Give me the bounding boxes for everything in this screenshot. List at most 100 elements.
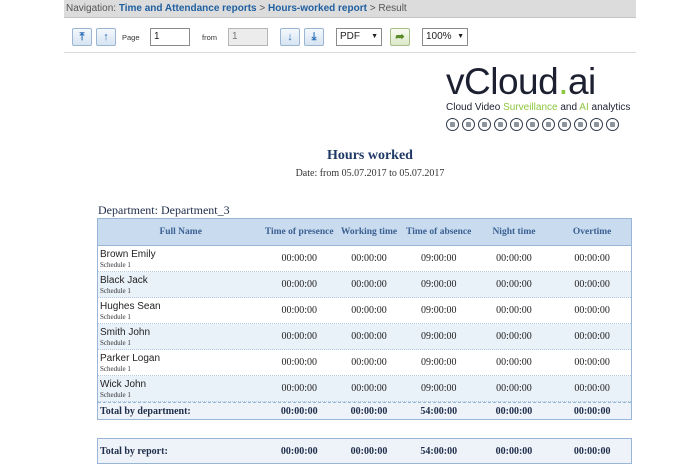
report-toolbar: ⤒ ↑ Page 1 from 1 ↓ ⤓ PDF ▼ ➦ 100% ▼ [64, 24, 636, 52]
cell-overtime: 00:00:00 [574, 357, 610, 368]
total-overtime: 00:00:00 [573, 405, 611, 417]
next-page-icon: ↓ [287, 30, 293, 43]
employee-name: Brown Emily [100, 249, 156, 260]
total-presence: 00:00:00 [280, 405, 318, 417]
cell-night: 00:00:00 [496, 279, 532, 290]
cell-absence: 09:00:00 [420, 253, 457, 264]
previous-page-button[interactable]: ↑ [96, 28, 116, 46]
cell-overtime: 00:00:00 [574, 305, 610, 316]
employee-name: Parker Logan [100, 353, 161, 364]
chevron-down-icon: ▼ [371, 33, 378, 40]
cell-absence: 09:00:00 [420, 331, 457, 342]
cell-night: 00:00:00 [496, 383, 532, 394]
report-total-label: Total by report: [100, 445, 168, 457]
report-total-row: Total by report: 00:00:00 00:00:00 54:00… [97, 438, 632, 464]
cell-presence: 00:00:00 [281, 279, 318, 290]
gear-icon [574, 118, 587, 131]
total-working: 00:00:00 [350, 405, 388, 417]
cloud-icon [462, 118, 475, 131]
camera-icon [446, 118, 459, 131]
logo-wordmark: vCloud.ai [446, 61, 596, 102]
employee-schedule: Schedule 1 [100, 391, 131, 399]
hours-worked-table: Full Name Time of presence Working time … [97, 218, 632, 420]
first-page-icon: ⤒ [79, 30, 85, 43]
cell-overtime: 00:00:00 [574, 383, 610, 394]
cell-working: 00:00:00 [351, 279, 387, 290]
department-heading: Department: Department_3 [98, 203, 230, 217]
employee-schedule: Schedule 1 [100, 339, 131, 347]
department-total-row: Total by department: 00:00:00 00:00:00 5… [98, 402, 631, 419]
report-total-presence: 00:00:00 [280, 445, 318, 457]
last-page-button[interactable]: ⤓ [304, 28, 324, 46]
breadcrumb-separator: > [369, 3, 376, 14]
cell-presence: 00:00:00 [281, 383, 318, 394]
person-icon [526, 118, 539, 131]
table-row: Black Jack Schedule 1 00:00:00 00:00:00 0… [98, 272, 631, 298]
cell-working: 00:00:00 [351, 331, 387, 342]
table-row: Wick John Schedule 1 00:00:00 00:00:00 09… [98, 376, 631, 402]
breadcrumb-hours-worked-report[interactable]: Hours-worked report [268, 3, 367, 14]
header-night-time: Night time [492, 226, 536, 237]
next-page-button[interactable]: ↓ [280, 28, 300, 46]
cell-absence: 09:00:00 [420, 383, 457, 394]
table-row: Brown Emily Schedule 1 00:00:00 00:00:00 … [98, 246, 631, 272]
cell-overtime: 00:00:00 [574, 253, 610, 264]
table-row: Hughes Sean Schedule 1 00:00:00 00:00:00 … [98, 298, 631, 324]
employee-schedule: Schedule 1 [100, 313, 131, 321]
table-row: Smith John Schedule 1 00:00:00 00:00:00 0… [98, 324, 631, 350]
header-time-of-presence: Time of presence [264, 226, 334, 237]
export-format-select[interactable]: PDF ▼ [336, 28, 382, 46]
header-working-time: Working time [340, 226, 398, 237]
cell-working: 00:00:00 [351, 383, 387, 394]
car-icon [510, 118, 523, 131]
previous-page-icon: ↑ [103, 30, 109, 43]
last-page-icon: ⤓ [311, 30, 317, 43]
breadcrumb-time-and-attendance[interactable]: Time and Attendance reports [119, 3, 257, 14]
navigation-bar: Navigation: Time and Attendance reports … [64, 0, 636, 18]
employee-schedule: Schedule 1 [100, 365, 131, 373]
logo-tagline: Cloud Video Surveillance and AI analytic… [446, 102, 631, 113]
report-title: Hours worked [327, 148, 413, 163]
zoom-value: 100% [426, 31, 452, 42]
chevron-down-icon: ▼ [457, 33, 464, 40]
face-icon [494, 118, 507, 131]
table-header-row: Full Name Time of presence Working time … [98, 219, 631, 246]
header-full-name: Full Name [159, 226, 202, 237]
chart-icon [558, 118, 571, 131]
employee-name: Hughes Sean [100, 301, 161, 312]
cell-absence: 09:00:00 [420, 357, 457, 368]
employee-schedule: Schedule 1 [100, 287, 131, 295]
employee-name: Black Jack [100, 275, 148, 286]
phone-icon [590, 118, 603, 131]
total-absence: 54:00:00 [420, 405, 458, 417]
report-date-range: Date: from 05.07.2017 to 05.07.2017 [295, 168, 445, 179]
cell-absence: 09:00:00 [420, 279, 457, 290]
from-label: from [202, 33, 217, 42]
cell-night: 00:00:00 [496, 331, 532, 342]
cell-presence: 00:00:00 [281, 331, 318, 342]
employee-name: Wick John [100, 379, 147, 390]
cell-night: 00:00:00 [496, 253, 532, 264]
employee-schedule: Schedule 1 [100, 261, 131, 269]
report-total-working: 00:00:00 [350, 445, 388, 457]
first-page-button[interactable]: ⤒ [72, 28, 92, 46]
report-total-night: 00:00:00 [495, 445, 533, 457]
cell-presence: 00:00:00 [281, 253, 318, 264]
header-overtime: Overtime [572, 226, 612, 237]
zoom-select[interactable]: 100% ▼ [422, 28, 468, 46]
page-number-input[interactable]: 1 [150, 28, 190, 46]
export-button[interactable]: ➦ [390, 28, 410, 46]
cell-presence: 00:00:00 [281, 305, 318, 316]
cell-working: 00:00:00 [351, 305, 387, 316]
cell-night: 00:00:00 [496, 357, 532, 368]
alert-icon [606, 118, 619, 131]
cell-overtime: 00:00:00 [574, 331, 610, 342]
cell-absence: 09:00:00 [420, 305, 457, 316]
vcloud-logo: vCloud.ai Cloud Video Surveillance and A… [440, 60, 636, 136]
cell-night: 00:00:00 [496, 305, 532, 316]
cell-overtime: 00:00:00 [574, 279, 610, 290]
navigation-prefix: Navigation: [66, 3, 117, 14]
breadcrumb-result: Result [378, 3, 407, 14]
employee-name: Smith John [100, 327, 151, 338]
export-icon: ➦ [395, 30, 405, 43]
